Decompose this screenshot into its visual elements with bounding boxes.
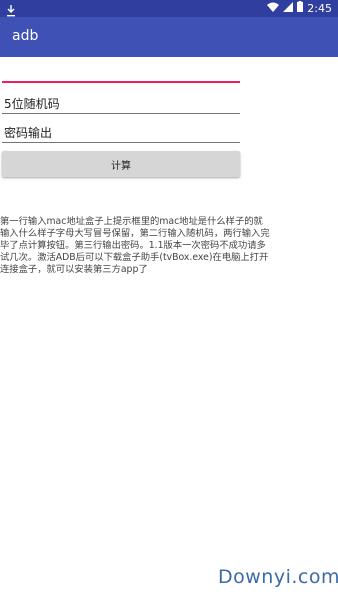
app-title: adb bbox=[12, 28, 39, 44]
status-bar: 2:45 bbox=[0, 0, 338, 17]
battery-icon bbox=[297, 1, 304, 15]
status-icons: 2:45 bbox=[267, 1, 332, 15]
watermark: Downyi.com bbox=[218, 566, 338, 588]
password-output-underline bbox=[2, 142, 240, 143]
random-code-underline bbox=[2, 113, 240, 114]
mac-input[interactable] bbox=[4, 60, 240, 80]
password-output[interactable] bbox=[4, 122, 240, 142]
clock-time: 2:45 bbox=[307, 1, 332, 15]
calculate-button[interactable]: 计算 bbox=[2, 151, 240, 177]
random-code-input[interactable] bbox=[4, 93, 240, 113]
wifi-icon bbox=[267, 2, 280, 15]
mac-input-underline bbox=[2, 81, 240, 83]
signal-icon bbox=[283, 1, 294, 15]
app-bar: adb bbox=[0, 17, 338, 57]
instructions-text: 第一行输入mac地址盒子上提示框里的mac地址是什么样子的就输入什么样子字母大写… bbox=[0, 216, 270, 275]
